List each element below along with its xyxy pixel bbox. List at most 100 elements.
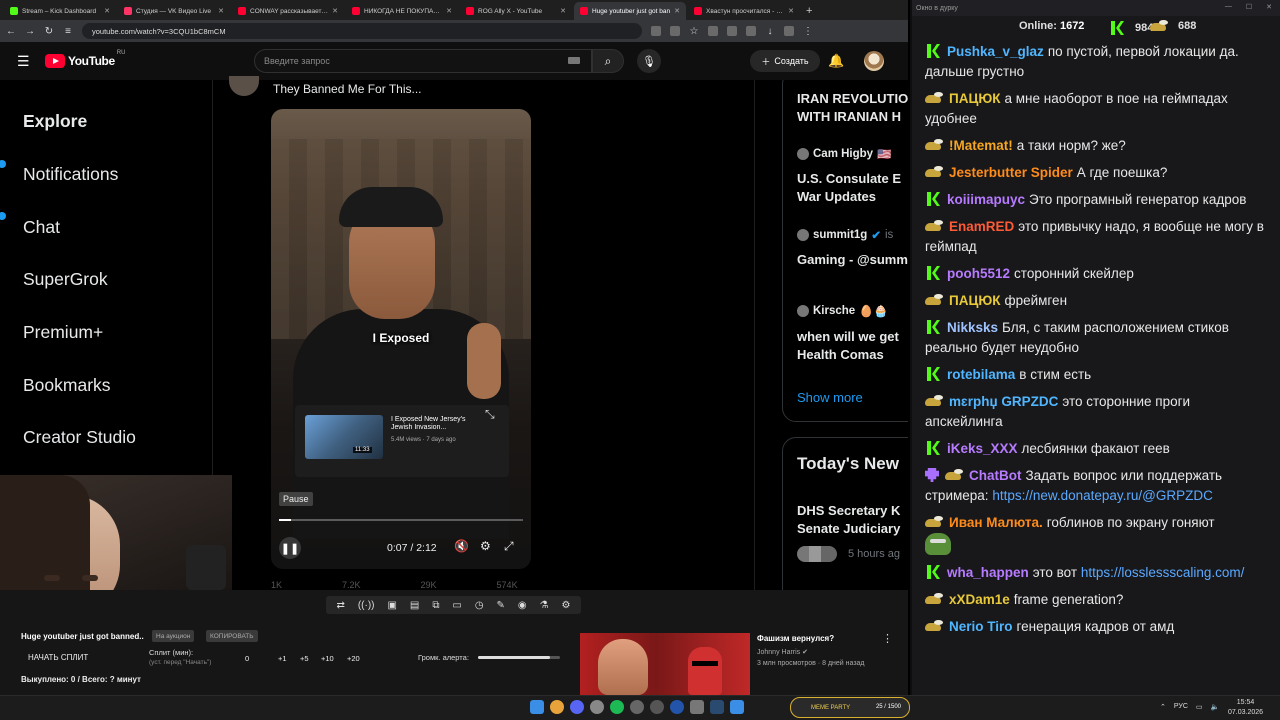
nav-supergrok[interactable]: SuperGrok [23, 269, 108, 290]
film-icon[interactable]: ▤ [410, 600, 419, 611]
split-add-1-button[interactable]: +1 [278, 654, 287, 663]
browser-tab[interactable]: Студия — VK Видео Live ✕ [118, 2, 230, 20]
extension-icon[interactable] [651, 26, 661, 36]
repeat-icon[interactable]: ⇄ [336, 600, 344, 611]
camera-video-icon[interactable]: ▣ [387, 600, 396, 611]
broadcast-icon[interactable]: ((·)) [358, 600, 375, 611]
chevron-up-icon[interactable]: ⌃ [1160, 703, 1166, 711]
trend-headline[interactable]: IRAN REVOLUTIO [797, 90, 908, 108]
chat-username[interactable]: pooh5512 [947, 266, 1010, 281]
split-add-5-button[interactable]: +5 [300, 654, 309, 663]
browser-tab[interactable]: НИКОГДА НЕ ПОКУПАЙ ХЛ ✕ [346, 2, 458, 20]
copy-button[interactable]: КОПИРОВАТЬ [206, 630, 258, 642]
reply-count[interactable]: 1K [271, 580, 282, 590]
create-button[interactable]: ＋ Создать [750, 50, 820, 72]
forward-icon[interactable]: → [25, 26, 35, 37]
network-icon[interactable]: ▭ [1196, 703, 1203, 711]
extension-icon[interactable] [708, 26, 718, 36]
chat-username[interactable]: ChatBot [969, 468, 1022, 483]
nav-chat[interactable]: Chat [23, 217, 60, 238]
trend-headline[interactable]: Health Comas [797, 346, 884, 364]
chat-message-list[interactable]: Pushka_v_glaz по пустой, первой локации д… [912, 42, 1280, 692]
language-indicator[interactable]: РУС [1174, 703, 1188, 711]
chat-username[interactable]: Pushka_v_glaz [947, 44, 1044, 59]
video-progress-bar[interactable] [279, 519, 523, 521]
post-author-avatar[interactable] [229, 76, 259, 96]
start-icon[interactable] [530, 700, 544, 714]
like-count[interactable]: 29K [421, 580, 437, 590]
chat-username[interactable]: iKeks_XXX [947, 441, 1018, 456]
chat-link[interactable]: https://new.donatepay.ru/@GRPZDC [992, 488, 1213, 503]
chat-username[interactable]: rotebilama [947, 367, 1015, 382]
show-more-link[interactable]: Show more [797, 390, 863, 405]
system-clock[interactable]: 15:54 07.03.2026 [1228, 698, 1263, 718]
tab-close-icon[interactable]: ✕ [446, 7, 452, 15]
extension-icon[interactable] [727, 26, 737, 36]
search-input[interactable]: Введите запрос [254, 49, 592, 73]
back-icon[interactable]: ← [6, 26, 16, 37]
voice-search-button[interactable]: 🎙 [637, 49, 661, 73]
trend-author[interactable]: Cam Higby 🇺🇸 [797, 147, 891, 161]
menu-kebab-icon[interactable]: ⋮ [803, 26, 813, 37]
app-icon[interactable] [670, 700, 684, 714]
recommended-thumbnail[interactable] [580, 633, 750, 695]
end-screen-title[interactable]: I Exposed New Jersey's Jewish Invasion..… [391, 416, 481, 432]
extension-icon[interactable] [746, 26, 756, 36]
reload-icon[interactable]: ↻ [44, 26, 54, 37]
news-headline[interactable]: Senate Judiciary [797, 520, 900, 538]
site-info-icon[interactable]: ≡ [63, 26, 73, 37]
video-player[interactable]: I Exposed 11:33 I Exposed New Jersey's J… [271, 109, 531, 569]
discord-icon[interactable] [570, 700, 584, 714]
tab-close-icon[interactable]: ✕ [788, 7, 794, 15]
trend-headline[interactable]: WITH IRANIAN H [797, 108, 901, 126]
hamburger-menu-icon[interactable]: ☰ [17, 53, 31, 70]
telegram-icon[interactable] [730, 700, 744, 714]
start-split-button[interactable]: НАЧАТЬ СПЛИТ [28, 653, 88, 662]
download-icon[interactable]: ↓ [765, 26, 775, 37]
more-options-icon[interactable]: ⋮ [882, 632, 893, 645]
chat-username[interactable]: Иван Малюта. [949, 515, 1043, 530]
new-tab-icon[interactable]: + [806, 5, 812, 17]
tab-close-icon[interactable]: ✕ [560, 7, 566, 15]
notifications-bell-icon[interactable]: 🔔 [828, 53, 844, 69]
news-headline[interactable]: DHS Secretary K [797, 502, 900, 520]
chat-username[interactable]: mɛrphџ GRPZDC [949, 394, 1058, 409]
meme-party-widget[interactable]: MEME PARTY 25 / 1500 [790, 697, 910, 718]
tab-close-icon[interactable]: ✕ [674, 7, 680, 15]
trend-author[interactable]: Kirsche 🥚🧁 [797, 304, 888, 318]
miniplayer-icon[interactable]: ⤡ [485, 407, 495, 422]
browser-tab[interactable]: Huge youtuber just got ban ✕ [574, 2, 686, 20]
browser-tab[interactable]: Stream – Kick Dashboard ✕ [4, 2, 116, 20]
chat-username[interactable]: Nerio Tiro [949, 619, 1013, 634]
trend-headline[interactable]: U.S. Consulate E [797, 170, 901, 188]
spotify-icon[interactable] [610, 700, 624, 714]
nav-notifications[interactable]: Notifications [23, 164, 118, 185]
chat-username[interactable]: koiiimapuyc [947, 192, 1025, 207]
end-screen-card[interactable]: 11:33 I Exposed New Jersey's Jewish Inva… [295, 405, 509, 477]
profile-icon[interactable] [784, 26, 794, 36]
app-icon[interactable] [630, 700, 644, 714]
tab-close-icon[interactable]: ✕ [218, 7, 224, 15]
close-icon[interactable]: ✕ [1266, 3, 1272, 11]
tab-close-icon[interactable]: ✕ [104, 7, 110, 15]
nav-creator-studio[interactable]: Creator Studio [23, 427, 136, 448]
chat-username[interactable]: !Matemat! [949, 138, 1013, 153]
url-field[interactable]: youtube.com/watch?v=3CQU1bC8mCM [82, 23, 642, 39]
maximize-icon[interactable]: ☐ [1246, 3, 1252, 11]
chat-username[interactable]: Nikksks [947, 320, 998, 335]
settings-gear-icon[interactable]: ⚙ [480, 539, 491, 553]
split-add-10-button[interactable]: +10 [321, 654, 334, 663]
alert-volume-slider[interactable] [478, 656, 560, 659]
trend-headline[interactable]: when will we get [797, 328, 899, 346]
flask-icon[interactable]: ⚗ [540, 600, 549, 611]
chat-username[interactable]: wha_happen [947, 565, 1029, 580]
recommended-title[interactable]: Фашизм вернулся? [757, 634, 834, 643]
app-icon[interactable] [650, 700, 664, 714]
trend-author[interactable]: summit1g ✔ is [797, 228, 893, 242]
youtube-logo[interactable]: YouTube RU [45, 50, 125, 68]
chat-username[interactable]: ПАЦЮК [949, 91, 1000, 106]
search-button[interactable]: ⌕ [592, 49, 624, 73]
chrome-icon[interactable] [550, 700, 564, 714]
browser-tab[interactable]: ROG Ally X - YouTube ✕ [460, 2, 572, 20]
view-count[interactable]: 574K [497, 580, 518, 590]
